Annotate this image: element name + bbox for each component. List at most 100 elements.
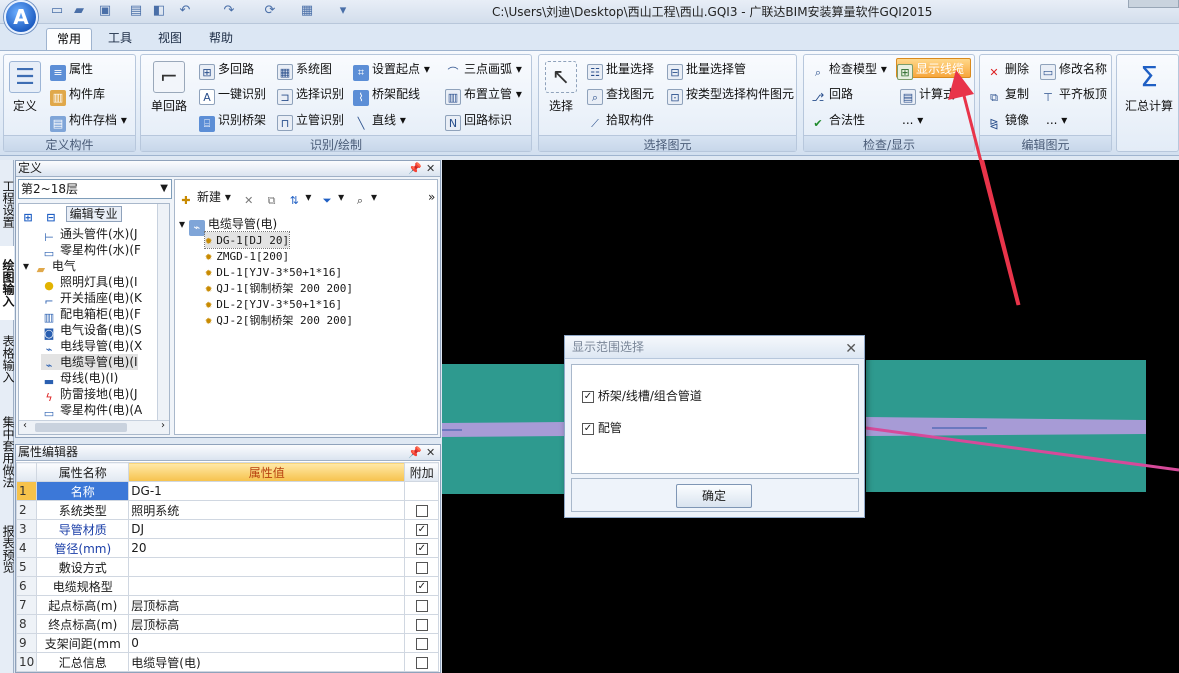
open-folder-icon[interactable]: ▰	[70, 2, 88, 20]
category-tree-item[interactable]: ▥ 配电箱柜(电)(F	[41, 306, 141, 324]
property-row[interactable]: 1 名称 DG-1	[15, 481, 440, 501]
collapse-icon[interactable]: ▾	[23, 259, 33, 273]
component-item[interactable]: ✹ QJ-1[钢制桥架 200 200]	[205, 280, 353, 296]
print-icon[interactable]: ▤	[127, 2, 145, 20]
undo-icon[interactable]: ↶	[176, 2, 194, 20]
dialog-close-icon[interactable]: ✕	[845, 338, 857, 360]
category-tree-item[interactable]: ▭ 零星构件(电)(A	[41, 402, 142, 420]
tab-view[interactable]: 视图	[148, 28, 192, 50]
collapse-icon[interactable]: ▾	[179, 217, 185, 231]
category-tree-item[interactable]: ⌁ 电缆导管(电)(I	[41, 354, 138, 372]
category-tree-item[interactable]: ⊢ 通头管件(水)(J	[41, 226, 137, 244]
property-value[interactable]: 层顶标高	[128, 614, 406, 634]
pin-icon[interactable]: 📌	[408, 445, 422, 460]
category-tree-item[interactable]: ϟ 防雷接地(电)(J	[41, 386, 137, 404]
collapse-all-icon[interactable]: ⊟	[43, 210, 59, 226]
sort-icon[interactable]: ⇅	[286, 193, 302, 209]
component-library-button[interactable]: ▥ 构件库	[50, 84, 105, 106]
nav-apply-method[interactable]: 集中套用做法	[0, 404, 15, 500]
component-item[interactable]: ✹ QJ-2[钢制桥架 200 200]	[205, 312, 353, 328]
batch-select-pipe-button[interactable]: ⊟ 批量选择管	[667, 59, 746, 80]
option-conduit-checkbox[interactable]: ✓	[582, 422, 594, 435]
floor-select[interactable]: 第2~18层 ▼	[18, 179, 172, 199]
delete-icon[interactable]: ✕	[241, 193, 257, 209]
define-button[interactable]: ☰ 定义	[7, 61, 43, 114]
component-item[interactable]: ✹ DL-1[YJV-3*50+1*16]	[205, 264, 342, 280]
batch-select-button[interactable]: ☷ 批量选择	[587, 59, 654, 80]
nav-project-settings[interactable]: 工程设置	[0, 170, 15, 238]
vertical-scrollbar[interactable]	[157, 204, 169, 420]
property-extra-checkbox[interactable]: ✓	[415, 523, 428, 536]
bridge-wire-button[interactable]: ⌇ 桥架配线	[353, 84, 420, 106]
property-value[interactable]	[128, 576, 406, 596]
property-extra-checkbox[interactable]	[415, 637, 428, 650]
property-extra-checkbox[interactable]: ✓	[415, 542, 428, 555]
property-row[interactable]: 7 起点标高(m) 层顶标高	[15, 595, 440, 615]
category-tree-item[interactable]: ▬ 母线(电)(I)	[41, 370, 118, 388]
property-extra-checkbox[interactable]	[415, 561, 428, 574]
property-value[interactable]: 电缆导管(电)	[128, 652, 406, 672]
component-archive-button[interactable]: ▤ 构件存档 ▾	[50, 110, 127, 132]
component-item[interactable]: ✹ DL-2[YJV-3*50+1*16]	[205, 296, 342, 312]
view-icon[interactable]: ▦	[298, 2, 316, 20]
multi-loop-button[interactable]: ⊞ 多回路	[199, 59, 254, 80]
find-element-button[interactable]: ⌕ 查找图元	[587, 84, 654, 105]
single-loop-button[interactable]: ⌐ 单回路	[147, 61, 191, 114]
property-row[interactable]: 6 电缆规格型 ✓	[15, 576, 440, 596]
property-value[interactable]	[128, 557, 406, 577]
property-value[interactable]: DJ	[128, 519, 406, 539]
nav-report-preview[interactable]: 报表预览	[0, 514, 15, 584]
window-controls[interactable]	[1128, 0, 1179, 8]
tab-help[interactable]: 帮助	[199, 28, 243, 50]
nav-table-input[interactable]: 表格输入	[0, 326, 15, 392]
tab-common[interactable]: 常用	[46, 28, 93, 50]
property-row[interactable]: 3 导管材质 DJ ✓	[15, 519, 440, 539]
property-row[interactable]: 9 支架间距(mm 0	[15, 633, 440, 653]
loop-button[interactable]: ⎇ 回路	[810, 84, 853, 104]
more-icon[interactable]: »	[428, 188, 435, 206]
property-value[interactable]: 层顶标高	[128, 595, 406, 615]
scroll-right-icon[interactable]: ›	[161, 420, 165, 431]
property-extra-checkbox[interactable]	[415, 618, 428, 631]
option-bridge-checkbox[interactable]: ✓	[582, 390, 594, 403]
property-row[interactable]: 10 汇总信息 电缆导管(电)	[15, 652, 440, 672]
property-extra-checkbox[interactable]	[415, 656, 428, 669]
new-button[interactable]: 新建	[197, 190, 221, 204]
category-tree-item[interactable]: ▾ ▰ 电气	[23, 258, 76, 276]
customize-icon[interactable]: ▾	[334, 2, 352, 20]
one-key-identify-button[interactable]: A 一键识别	[199, 84, 266, 105]
find-icon[interactable]: ⌕	[352, 193, 368, 209]
line-button[interactable]: ╲ 直线 ▾	[353, 110, 406, 130]
tab-tools[interactable]: 工具	[98, 28, 142, 50]
pin-icon[interactable]: 📌	[408, 161, 422, 176]
select-button[interactable]: ↖ 选择	[543, 61, 579, 114]
property-value[interactable]: 0	[128, 633, 406, 653]
horizontal-scrollbar[interactable]: ‹ ›	[19, 420, 169, 434]
import-icon[interactable]: ◧	[150, 2, 168, 20]
rename-button[interactable]: ▭ 修改名称	[1040, 59, 1107, 80]
category-tree-item[interactable]: ● 照明灯具(电)(I	[41, 274, 137, 292]
three-point-arc-button[interactable]: ⌒ 三点画弧 ▾	[445, 59, 522, 79]
close-icon[interactable]: ✕	[426, 445, 435, 460]
legality-button[interactable]: ✔ 合法性	[810, 110, 865, 130]
property-value[interactable]: 20	[128, 538, 406, 558]
scroll-left-icon[interactable]: ‹	[23, 420, 27, 431]
close-icon[interactable]: ✕	[426, 161, 435, 176]
expand-all-icon[interactable]: ⊞	[20, 210, 36, 226]
property-extra-checkbox[interactable]	[415, 599, 428, 612]
filter-icon[interactable]: ⏷	[319, 193, 335, 209]
new-icon[interactable]: ✚	[178, 193, 194, 209]
property-extra-checkbox[interactable]: ✓	[415, 580, 428, 593]
edit-more-button[interactable]: ... ▾	[1046, 110, 1067, 130]
set-start-button[interactable]: ⌗ 设置起点 ▾	[353, 59, 430, 81]
save-icon[interactable]: ▣	[96, 2, 114, 20]
property-row[interactable]: 4 管径(mm) 20 ✓	[15, 538, 440, 558]
riser-identify-button[interactable]: ⊓ 立管识别	[277, 110, 344, 131]
identify-bridge-button[interactable]: ⌸ 识别桥架	[199, 110, 266, 132]
new-file-icon[interactable]: ▭	[48, 2, 66, 20]
property-value[interactable]: DG-1	[128, 481, 406, 501]
option-conduit[interactable]: ✓ 配管	[582, 419, 622, 436]
component-item[interactable]: ✹ DG-1[DJ 20]	[203, 231, 291, 249]
category-tree-item[interactable]: ⌐ 开关插座(电)(K	[41, 290, 142, 308]
property-extra-checkbox[interactable]	[415, 504, 428, 517]
